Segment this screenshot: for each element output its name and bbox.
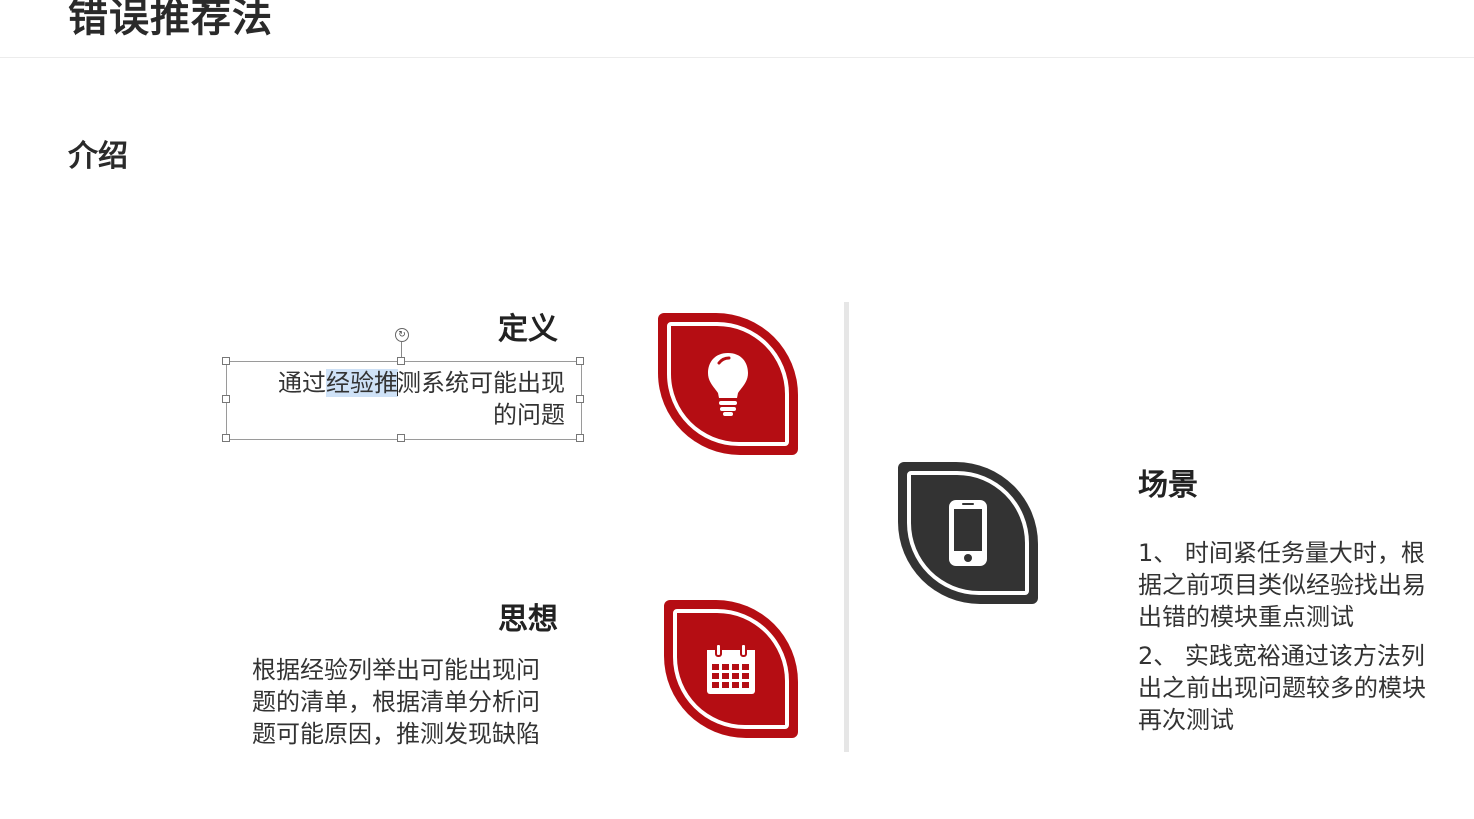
resize-handle-right[interactable] [576, 395, 584, 403]
scenario-item-2-line-2: 出之前出现问题较多的模块 [1138, 674, 1426, 702]
idea-text: 根据经验列举出可能出现问 题的清单，根据清单分析问 题可能原因，推测发现缺陷 [252, 654, 572, 750]
section-heading: 介绍 [68, 139, 128, 174]
idea-heading: 思想 [498, 602, 558, 637]
scenario-item-1-line-2: 据之前项目类似经验找出易 [1138, 571, 1426, 599]
selected-text: 经验 [326, 369, 374, 397]
scenario-item-2-line-3: 再次测试 [1138, 706, 1234, 734]
resize-handle-top[interactable] [397, 357, 405, 365]
lightbulb-icon [708, 353, 748, 416]
definition-text-start: 通过 [278, 369, 326, 397]
definition-line-1: 通过经验推测系统可能出现 [232, 367, 565, 399]
idea-line-1: 根据经验列举出可能出现问 [252, 656, 540, 684]
definition-text[interactable]: 通过经验推测系统可能出现 的问题 [232, 367, 565, 431]
vertical-divider [844, 302, 849, 752]
scenario-heading: 场景 [1138, 468, 1198, 503]
selected-text-end: 推 [374, 369, 398, 397]
resize-handle-left[interactable] [222, 395, 230, 403]
scenario-item-1-line-3: 出错的模块重点测试 [1138, 603, 1354, 631]
definition-text-rest: 测系统可能出现 [397, 369, 565, 397]
scenario-item-2-line-1: 2、 实践宽裕通过该方法列 [1138, 642, 1425, 670]
scenario-leaf-shape [898, 462, 1038, 604]
definition-line-2: 的问题 [493, 401, 565, 429]
title-divider [0, 57, 1474, 58]
scenario-item-1: 1、 时间紧任务量大时，根 据之前项目类似经验找出易 出错的模块重点测试 [1138, 537, 1458, 633]
rotate-handle-icon[interactable]: ↻ [395, 328, 409, 342]
resize-handle-top-left[interactable] [222, 357, 230, 365]
resize-handle-bottom-left[interactable] [222, 434, 230, 442]
resize-handle-top-right[interactable] [576, 357, 584, 365]
idea-leaf-shape [664, 600, 798, 738]
scenario-item-1-line-1: 1、 时间紧任务量大时，根 [1138, 539, 1425, 567]
calendar-icon [707, 643, 755, 694]
resize-handle-bottom-right[interactable] [576, 434, 584, 442]
idea-line-2: 题的清单，根据清单分析问 [252, 688, 540, 716]
scenario-item-2: 2、 实践宽裕通过该方法列 出之前出现问题较多的模块 再次测试 [1138, 640, 1458, 736]
definition-leaf-shape [658, 313, 798, 455]
definition-heading: 定义 [498, 312, 558, 347]
slide-title: 错误推荐法 [68, 0, 273, 41]
smartphone-icon [949, 500, 987, 566]
resize-handle-bottom[interactable] [397, 434, 405, 442]
idea-line-3: 题可能原因，推测发现缺陷 [252, 720, 540, 748]
